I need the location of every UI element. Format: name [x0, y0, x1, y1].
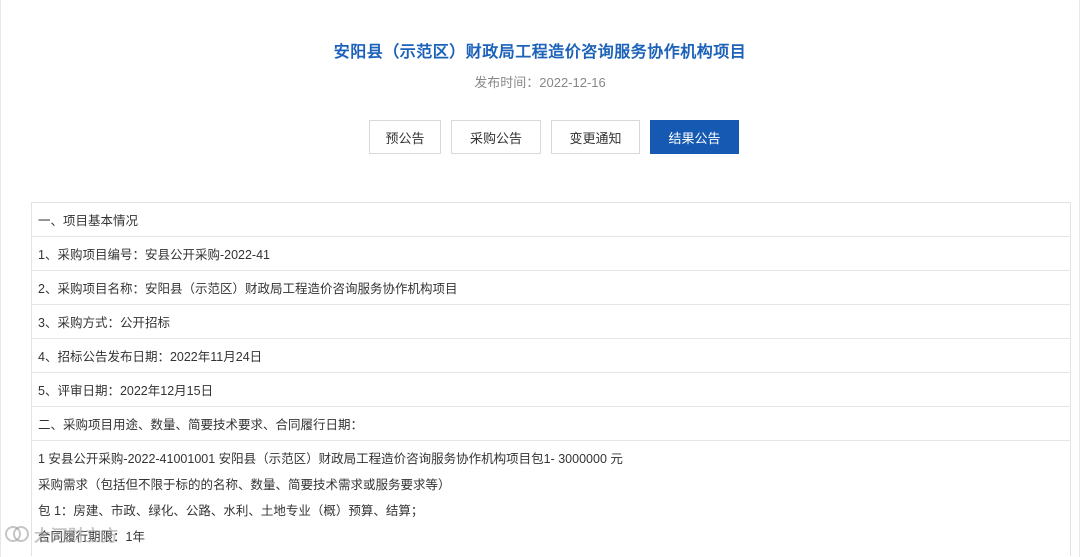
page-title: 安阳县（示范区）财政局工程造价咨询服务协作机构项目: [333, 44, 747, 61]
project-name-row: 2、采购项目名称：安阳县（示范区）财政局工程造价咨询服务协作机构项目: [32, 271, 1070, 305]
section-heading-basic-info: 一、项目基本情况: [32, 203, 1070, 237]
tab-procurement-announcement[interactable]: 采购公告: [451, 120, 541, 154]
procurement-method-row: 3、采购方式：公开招标: [32, 305, 1070, 339]
tab-result-announcement[interactable]: 结果公告: [650, 120, 739, 154]
section-heading-usage: 二、采购项目用途、数量、简要技术要求、合同履行日期：: [32, 407, 1070, 441]
package-detail-line: 包 1：房建、市政、绿化、公路、水利、土地专业（概）预算、结算；: [38, 504, 424, 518]
tab-pre-announcement[interactable]: 预公告: [369, 120, 441, 154]
tab-change-notice[interactable]: 变更通知: [551, 120, 640, 154]
package-detail-line: 1 安县公开采购-2022-41001001 安阳县（示范区）财政局工程造价咨询…: [38, 452, 623, 466]
package-detail-cell: 1 安县公开采购-2022-41001001 安阳县（示范区）财政局工程造价咨询…: [32, 441, 1070, 556]
package-detail-line: 合同履行期限：1年: [38, 530, 145, 544]
review-date-row: 5、评审日期：2022年12月15日: [32, 373, 1070, 407]
project-number-row: 1、采购项目编号：安县公开采购-2022-41: [32, 237, 1070, 271]
announcement-date-row: 4、招标公告发布日期：2022年11月24日: [32, 339, 1070, 373]
watermark: 大河财立方: [4, 522, 119, 546]
announcement-table: 一、项目基本情况 1、采购项目编号：安县公开采购-2022-41 2、采购项目名…: [31, 202, 1071, 556]
package-detail-line: 采购需求（包括但不限于标的的名称、数量、简要技术需求或服务要求等）: [38, 478, 451, 492]
watermark-logo-icon: [5, 526, 29, 542]
watermark-text: 大河财立方: [34, 528, 120, 545]
publish-time: 发布时间：2022-12-16: [474, 75, 606, 90]
announcement-tabs: 预公告 采购公告 变更通知 结果公告: [369, 120, 739, 154]
